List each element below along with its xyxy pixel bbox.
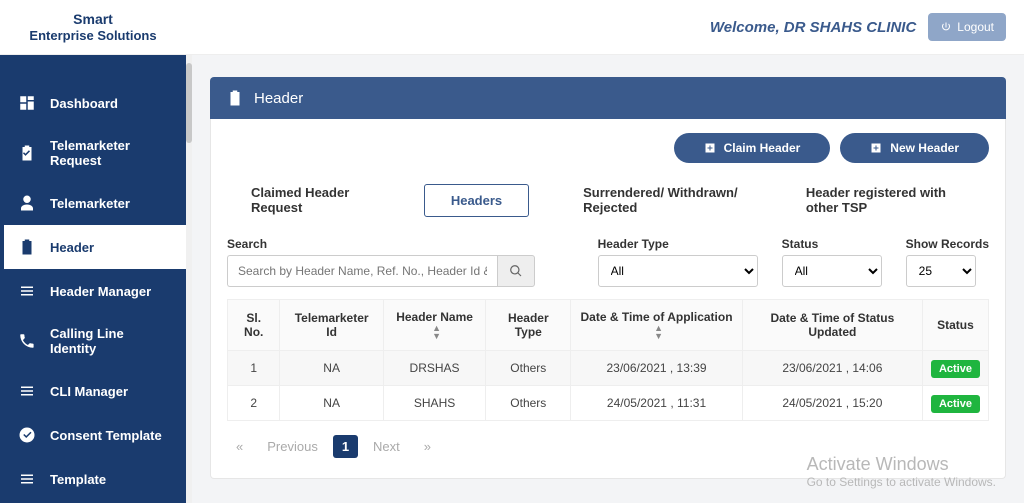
status-select[interactable]: All [782,255,882,287]
sidebar-item-label: Template [50,472,106,487]
cell-dapp: 23/06/2021 , 13:39 [571,351,743,386]
header-type-select[interactable]: All [598,255,758,287]
sidebar-item-telemarketer-request[interactable]: Telemarketer Request [0,125,186,181]
sidebar-scrollbar[interactable] [186,55,192,503]
sidebar-item-header[interactable]: Header [0,225,186,269]
cell-hname: SHAHS [383,386,486,421]
list-icon [18,382,36,400]
search-icon [509,264,523,278]
sidebar-item-header-manager[interactable]: Header Manager [0,269,186,313]
cell-tmid: NA [280,351,383,386]
sidebar: Dashboard Telemarketer Request Telemarke… [0,55,186,503]
dashboard-icon [18,94,36,112]
watermark-title: Activate Windows [807,454,996,475]
cell-tmid: NA [280,386,383,421]
plus-box-icon [870,142,882,154]
pager-first[interactable]: « [227,435,252,458]
new-header-button[interactable]: New Header [840,133,989,163]
welcome-text: Welcome, DR SHAHS CLINIC [710,19,916,36]
show-records-label: Show Records [906,237,989,251]
list-icon [18,470,36,488]
sidebar-item-template[interactable]: Template [0,457,186,501]
search-button[interactable] [497,255,535,287]
cell-hname: DRSHAS [383,351,486,386]
th-slno[interactable]: Sl. No. [228,300,280,351]
phone-icon [18,332,36,350]
sidebar-item-label: Dashboard [50,96,118,111]
cell-dupd: 23/06/2021 , 14:06 [742,351,922,386]
cell-dupd: 24/05/2021 , 15:20 [742,386,922,421]
sidebar-item-dashboard[interactable]: Dashboard [0,81,186,125]
th-htype[interactable]: Header Type [486,300,571,351]
sidebar-item-cli-manager[interactable]: CLI Manager [0,369,186,413]
tab-surrendered[interactable]: Surrendered/ Withdrawn/ Rejected [579,177,752,223]
list-icon [18,282,36,300]
pager-last[interactable]: » [415,435,440,458]
sidebar-item-label: Telemarketer [50,196,130,211]
panel-header: Header [210,77,1006,119]
topbar: Smart Enterprise Solutions Welcome, DR S… [0,0,1024,55]
th-dapp[interactable]: Date & Time of Application▲▼ [571,300,743,351]
sidebar-item-label: Telemarketer Request [50,138,168,168]
check-circle-icon [18,426,36,444]
sidebar-item-label: Header Manager [50,284,151,299]
search-label: Search [227,237,535,251]
th-tmid[interactable]: Telemarketer Id [280,300,383,351]
cell-status: Active [922,351,988,386]
clipboard-check-icon [18,144,36,162]
table-row: 1 NA DRSHAS Others 23/06/2021 , 13:39 23… [228,351,989,386]
claim-header-button[interactable]: Claim Header [674,133,831,163]
sort-icon: ▲▼ [654,324,663,340]
content: Header Claim Header New Header Claimed H… [186,55,1024,503]
sidebar-item-telemarketer[interactable]: Telemarketer [0,181,186,225]
clipboard-icon [226,89,244,107]
status-label: Status [782,237,882,251]
tab-headers[interactable]: Headers [424,184,529,217]
sidebar-item-label: Calling Line Identity [50,326,168,356]
brand-line1: Smart [0,11,186,28]
tab-other-tsp[interactable]: Header registered with other TSP [802,177,969,223]
watermark-sub: Go to Settings to activate Windows. [807,475,996,489]
status-badge: Active [931,360,980,378]
th-hname[interactable]: Header Name▲▼ [383,300,486,351]
pager-next[interactable]: Next [364,435,409,458]
pager-current[interactable]: 1 [333,435,358,458]
panel-title: Header [254,90,303,107]
sidebar-item-label: Header [50,240,94,255]
user-icon [18,194,36,212]
cell-htype: Others [486,386,571,421]
search-input[interactable] [227,255,497,287]
new-header-label: New Header [890,141,959,155]
th-status[interactable]: Status [922,300,988,351]
brand: Smart Enterprise Solutions [0,11,186,43]
cell-dapp: 24/05/2021 , 11:31 [571,386,743,421]
headers-table: Sl. No. Telemarketer Id Header Name▲▼ He… [227,299,989,421]
claim-header-label: Claim Header [724,141,801,155]
windows-watermark: Activate Windows Go to Settings to activ… [807,454,996,489]
table-row: 2 NA SHAHS Others 24/05/2021 , 11:31 24/… [228,386,989,421]
status-badge: Active [931,395,980,413]
sidebar-item-cli[interactable]: Calling Line Identity [0,313,186,369]
th-dupd[interactable]: Date & Time of Status Updated [742,300,922,351]
logout-button[interactable]: Logout [928,13,1006,41]
cell-htype: Others [486,351,571,386]
cell-status: Active [922,386,988,421]
header-type-label: Header Type [598,237,758,251]
cell-slno: 1 [228,351,280,386]
tab-claimed[interactable]: Claimed Header Request [247,177,374,223]
plus-box-icon [704,142,716,154]
clipboard-icon [18,238,36,256]
tabs: Claimed Header Request Headers Surrender… [227,177,989,237]
pager-prev[interactable]: Previous [258,435,327,458]
show-records-select[interactable]: 25 [906,255,976,287]
sidebar-item-label: CLI Manager [50,384,128,399]
sidebar-item-consent[interactable]: Consent Template [0,413,186,457]
sort-icon: ▲▼ [432,324,441,340]
brand-line2: Enterprise Solutions [0,28,186,44]
cell-slno: 2 [228,386,280,421]
logout-label: Logout [957,20,994,34]
power-icon [940,21,952,33]
sidebar-item-label: Consent Template [50,428,162,443]
